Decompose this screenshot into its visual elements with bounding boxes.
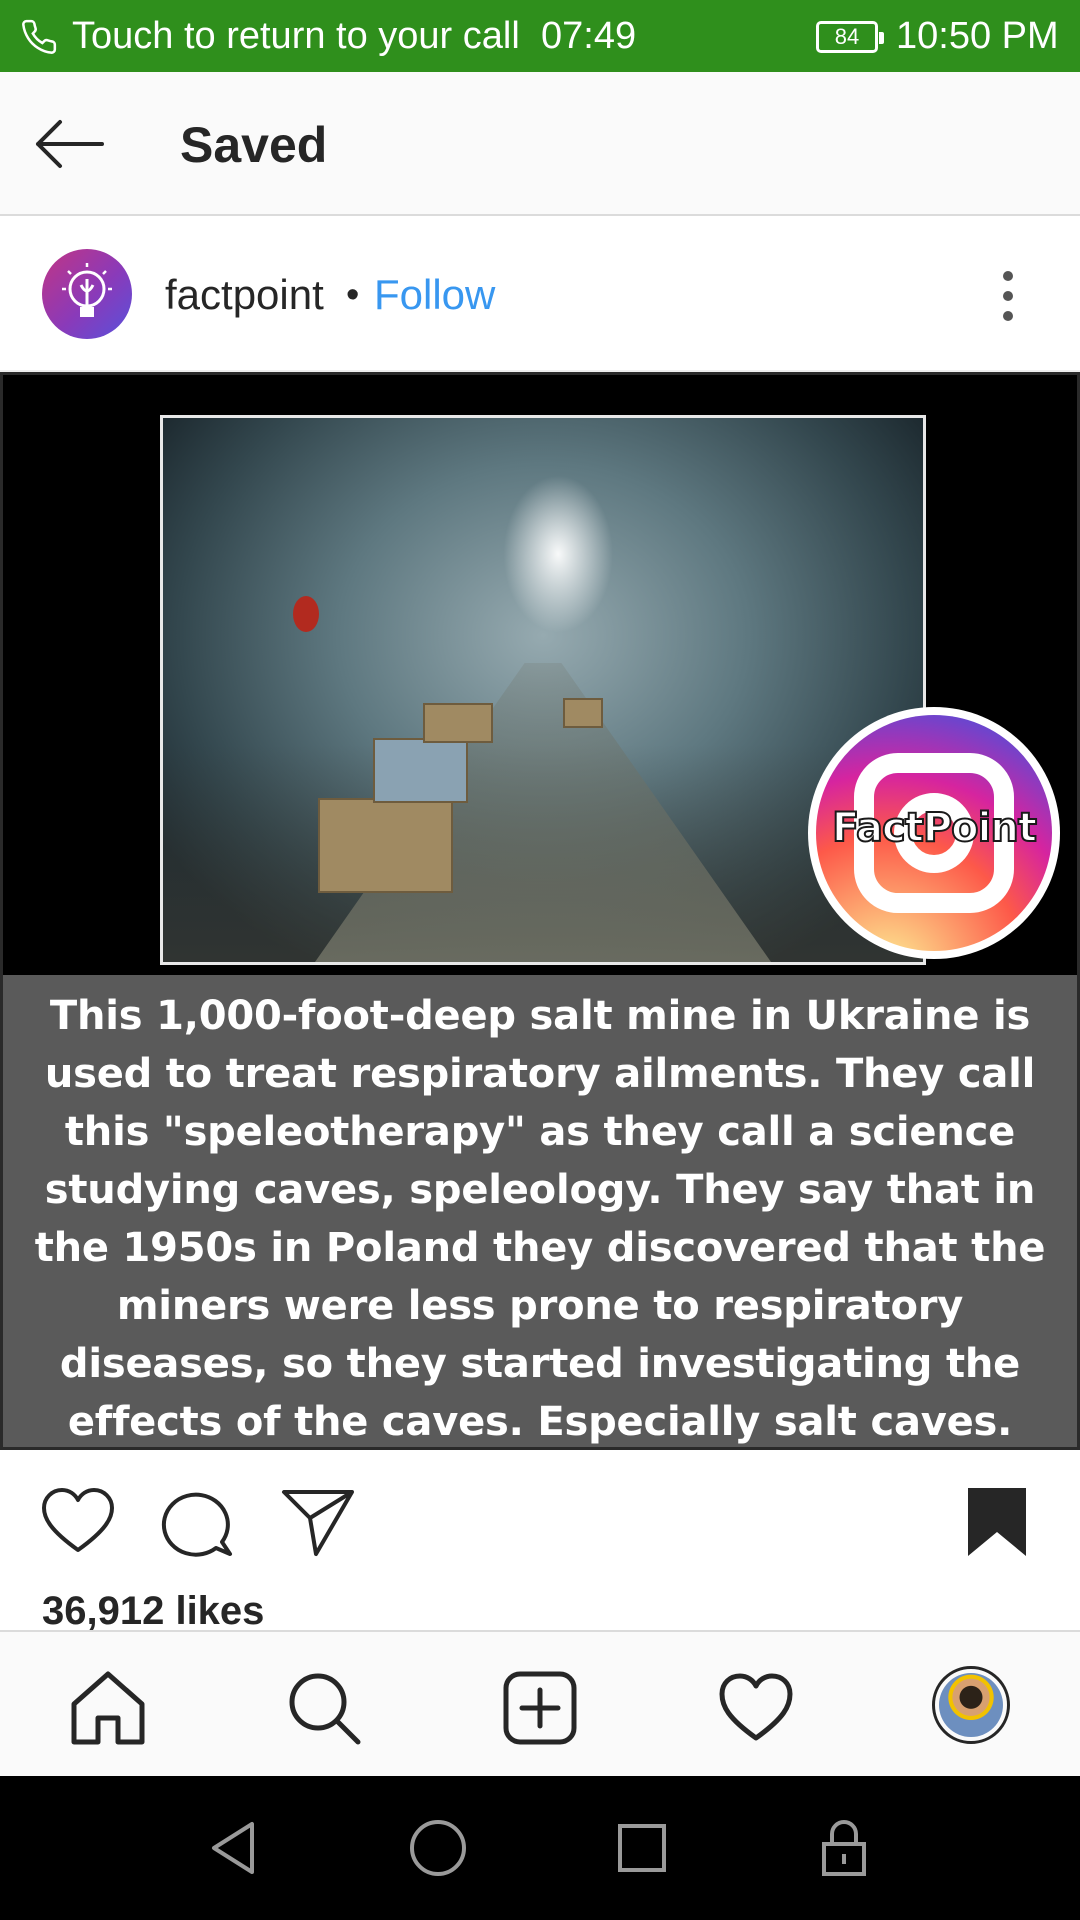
red-lamp	[293, 596, 319, 632]
bed	[373, 738, 468, 803]
bed	[318, 798, 453, 893]
status-bar[interactable]: Touch to return to your call 07:49 84 10…	[0, 0, 1080, 72]
add-icon[interactable]	[500, 1668, 580, 1748]
follow-button[interactable]: Follow	[374, 270, 495, 320]
likes-count[interactable]: 36,912 likes	[42, 1588, 264, 1634]
back-icon[interactable]	[204, 1816, 268, 1880]
return-to-call-text[interactable]: Touch to return to your call	[72, 14, 520, 58]
heart-icon[interactable]	[716, 1668, 796, 1748]
more-options-icon[interactable]	[990, 268, 1026, 324]
image-caption-text: This 1,000-foot-deep salt mine in Ukrain…	[34, 993, 1046, 1445]
page-title: Saved	[180, 117, 328, 173]
logo-text: FactPoint	[831, 804, 1038, 852]
home-circle-icon[interactable]	[406, 1816, 470, 1880]
call-timer: 07:49	[541, 15, 637, 57]
heart-icon[interactable]	[40, 1484, 116, 1560]
search-icon[interactable]	[284, 1668, 364, 1748]
separator-dot: •	[346, 274, 360, 316]
bottom-navigation	[0, 1630, 1080, 1776]
comment-icon[interactable]	[160, 1484, 236, 1560]
profile-picture	[939, 1673, 1003, 1737]
phone-icon	[22, 19, 57, 54]
lock-icon[interactable]	[812, 1816, 876, 1880]
battery-icon: 84	[816, 21, 884, 53]
lightbulb-icon	[62, 263, 112, 317]
clock: 10:50 PM	[896, 15, 1059, 57]
send-icon[interactable]	[280, 1484, 356, 1560]
profile-avatar[interactable]	[932, 1666, 1010, 1744]
image-caption-panel: This 1,000-foot-deep salt mine in Ukrain…	[3, 975, 1077, 1447]
app-header: Saved	[0, 72, 1080, 216]
back-arrow-icon[interactable]	[30, 114, 110, 174]
home-icon[interactable]	[68, 1668, 148, 1748]
post-action-bar	[0, 1450, 1080, 1600]
salt-mine-photo	[160, 415, 926, 965]
post-image[interactable]: FactPoint This 1,000-foot-deep salt mine…	[0, 372, 1080, 1450]
system-navigation-bar	[0, 1776, 1080, 1920]
factpoint-logo: FactPoint	[808, 707, 1060, 959]
post-header: factpoint • Follow	[0, 216, 1080, 372]
bed	[563, 698, 603, 728]
recents-icon[interactable]	[610, 1816, 674, 1880]
username[interactable]: factpoint	[165, 270, 324, 320]
bookmark-icon[interactable]	[962, 1484, 1032, 1560]
bed	[423, 703, 493, 743]
avatar[interactable]	[42, 249, 132, 339]
